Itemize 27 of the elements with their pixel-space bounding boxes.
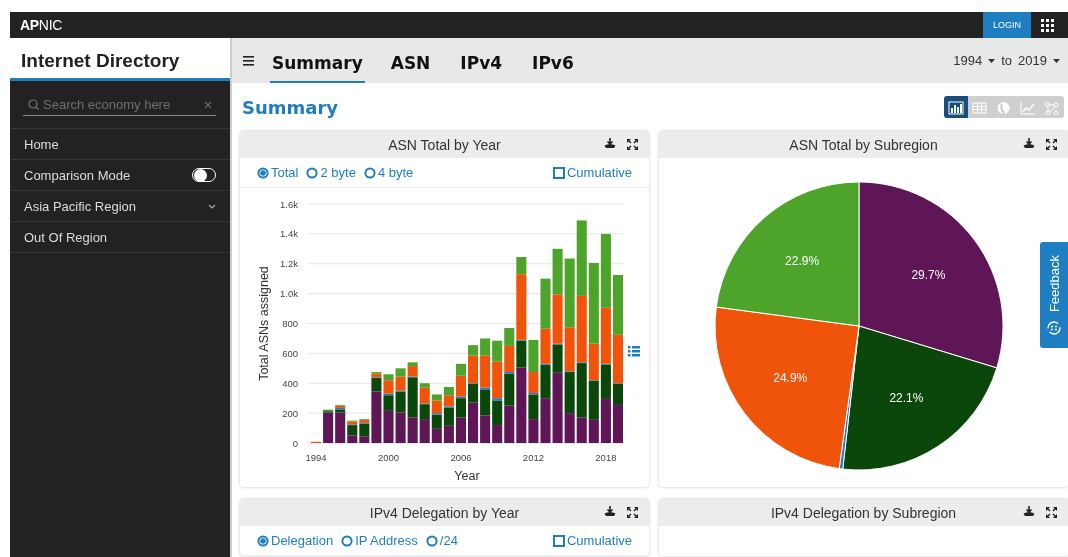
- axis-tick-label: 2006: [450, 452, 472, 463]
- axis-tick-label: 1994: [305, 452, 327, 463]
- card-title: ASN Total by Subregion: [789, 136, 938, 153]
- axis-tick-label: 1.6k: [280, 198, 298, 210]
- slice-label: 22.9%: [785, 254, 820, 268]
- sidebar-title: Internet Directory: [10, 38, 230, 81]
- page-heading: Summary: [241, 96, 339, 118]
- axis-title: Total ASNs assigned: [257, 266, 271, 381]
- slice-label: 22.1%: [889, 391, 924, 406]
- card-title: ASN Total by Year: [388, 136, 501, 153]
- axis-tick-label: 1.2k: [280, 258, 298, 270]
- axis-tick-label: 1.0k: [280, 288, 298, 300]
- slice-label: 24.9%: [773, 371, 808, 386]
- axis-tick-label: 2012: [522, 452, 544, 463]
- axis-tick-label: 0: [292, 437, 298, 449]
- axis-tick-label: 2018: [595, 452, 617, 463]
- axis-tick-label: 800: [282, 318, 298, 329]
- axis-tick-label: 200: [282, 407, 298, 419]
- axis-tick-label: 400: [282, 377, 298, 389]
- axis-title: Year: [454, 469, 480, 483]
- axis-tick-label: 1.4k: [280, 228, 298, 240]
- slice-label: 29.7%: [911, 267, 946, 282]
- card-title: IPv4 Delegation by Subregion: [770, 504, 957, 521]
- axis-tick-label: 600: [282, 347, 298, 359]
- range-separator: to: [1001, 53, 1013, 68]
- axis-tick-label: 2000: [377, 452, 400, 463]
- card-title: IPv4 Delegation by Year: [369, 504, 520, 521]
